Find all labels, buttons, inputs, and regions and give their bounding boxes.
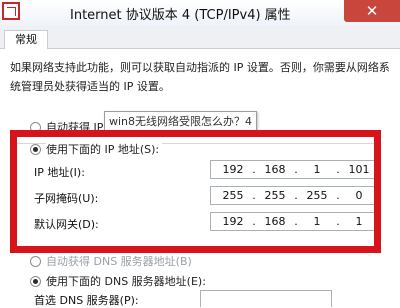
preferred-dns-input[interactable] (200, 290, 332, 307)
tab-general[interactable]: 常规 (4, 30, 48, 49)
tooltip: win8无线网络受限怎么办？4 (104, 111, 258, 131)
dns-manual-radio[interactable] (30, 276, 41, 287)
network-adapter-icon (2, 2, 20, 20)
description-text: 如果网络支持此功能，则可以获取自动指派的 IP 设置。否则，你需要从网络系统管理… (10, 61, 390, 93)
preferred-dns-label: 首选 DNS 服务器(P): (34, 294, 139, 307)
dns-auto-label: 自动获得 DNS 服务器地址(B) (46, 255, 192, 268)
tab-bar (0, 26, 400, 49)
dns-auto-radio[interactable] (30, 256, 41, 267)
red-highlight-box (10, 130, 381, 253)
dns-manual-label: 使用下面的 DNS 服务器地址(E): (46, 275, 206, 288)
close-button[interactable]: ✕ (344, 0, 400, 22)
window-title: Internet 协议版本 4 (TCP/IPv4) 属性 (70, 8, 291, 23)
